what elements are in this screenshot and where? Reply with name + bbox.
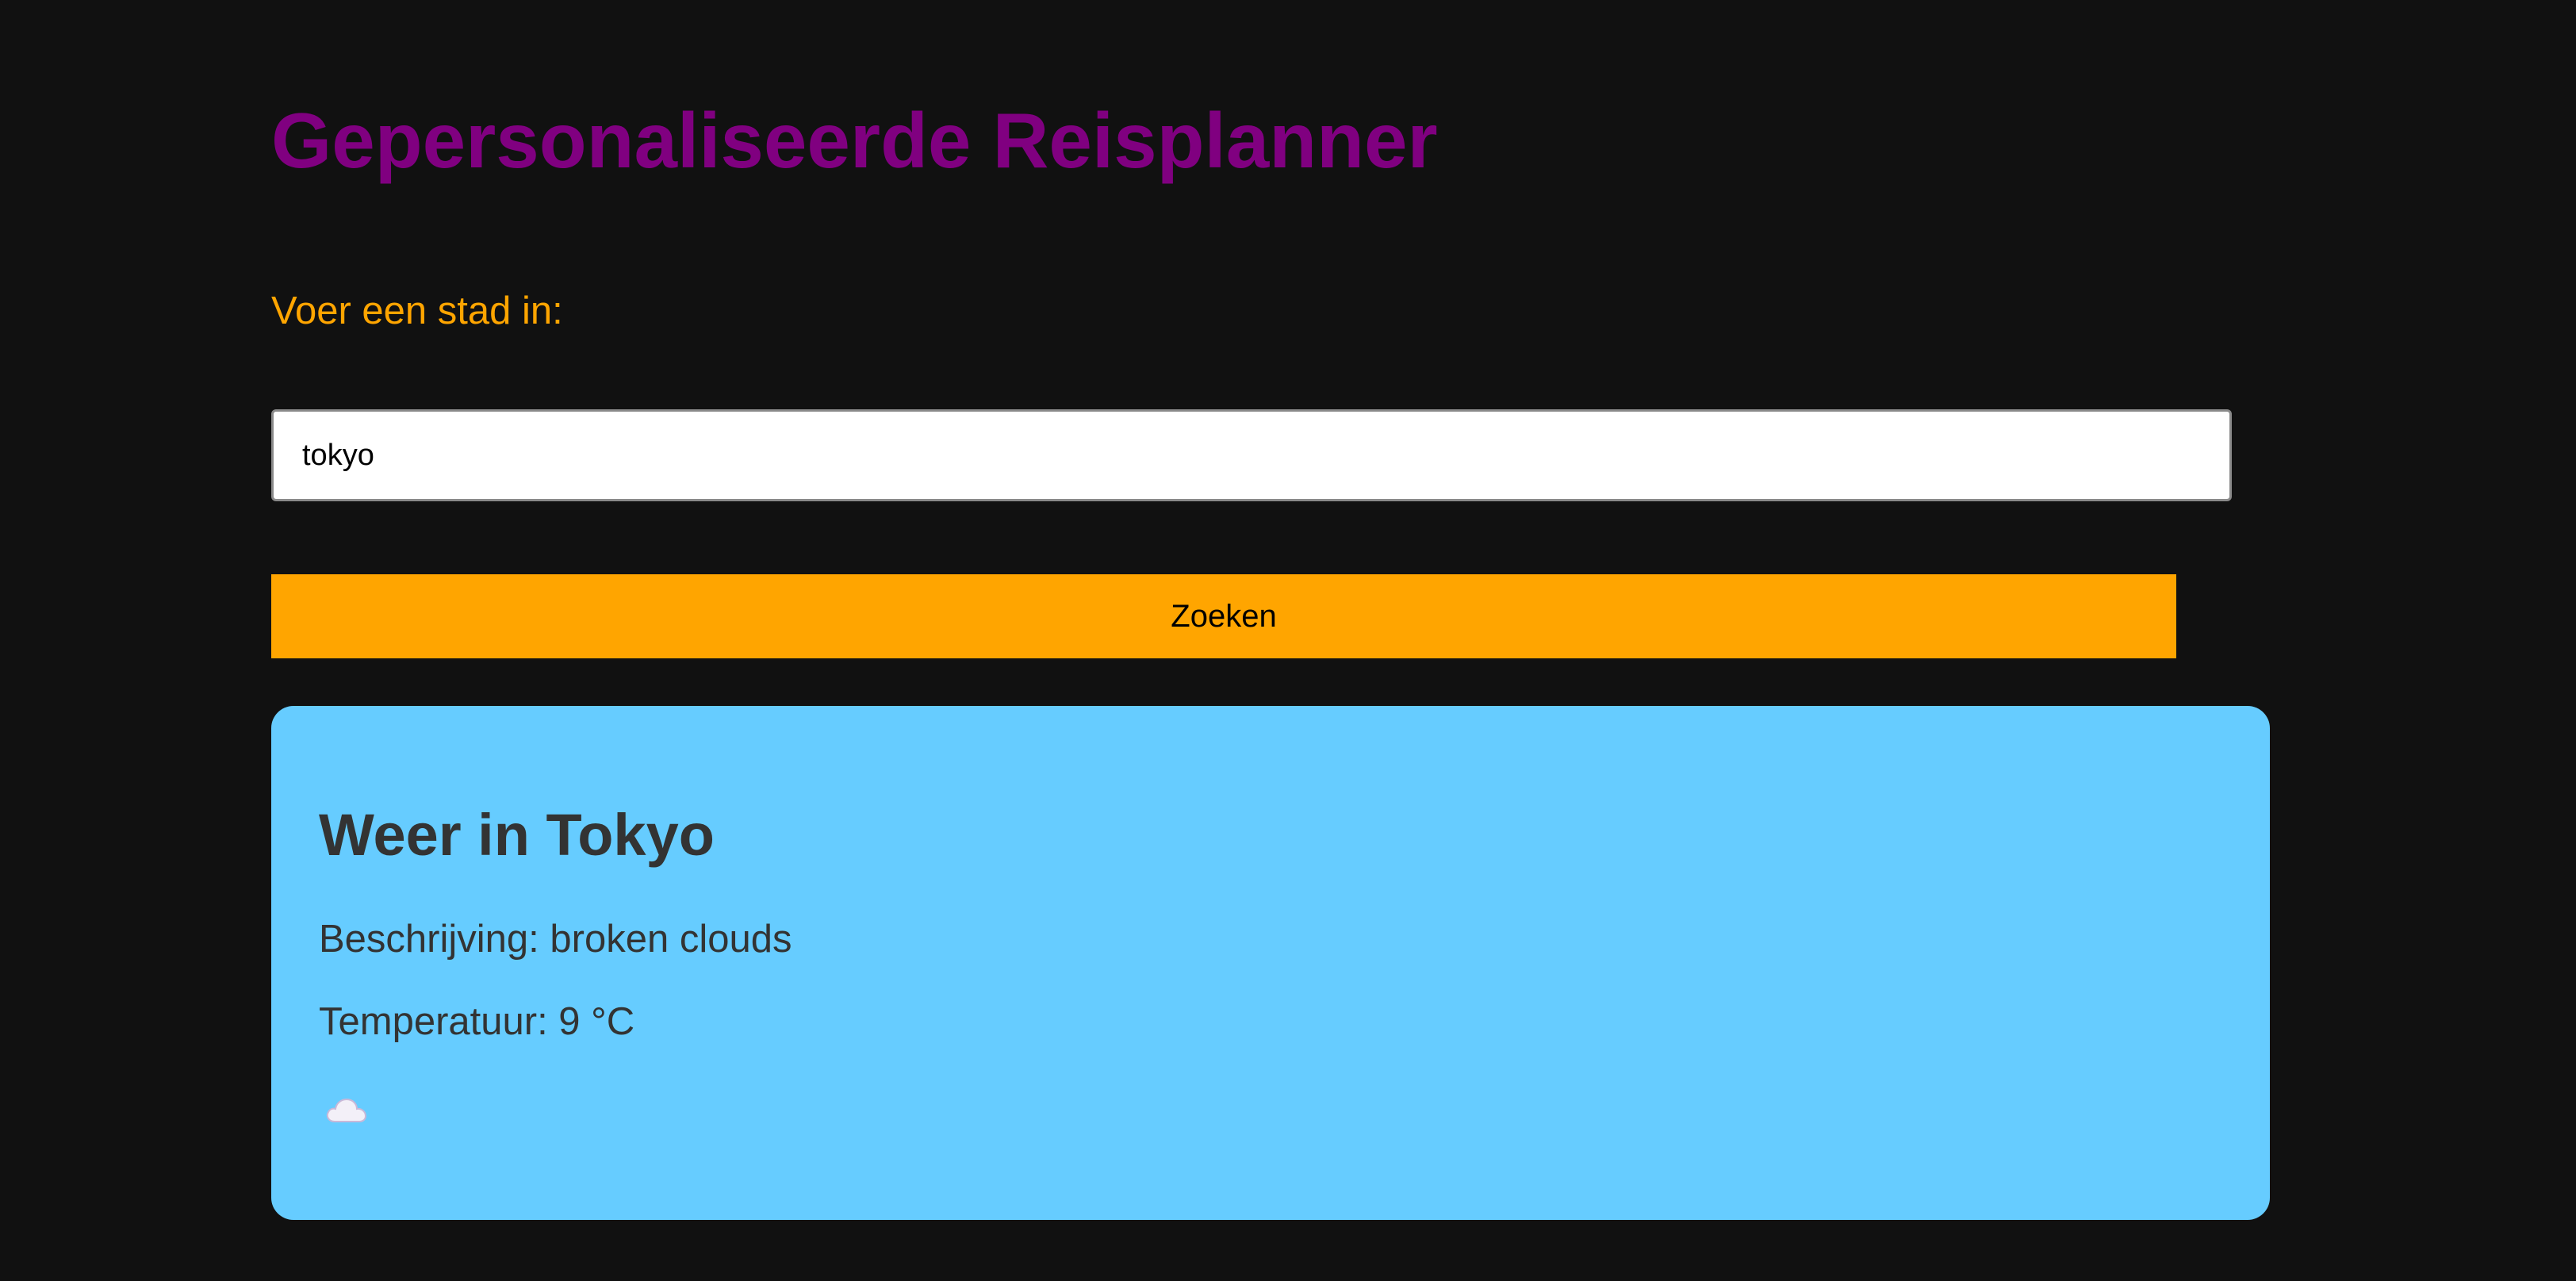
search-button[interactable]: Zoeken xyxy=(271,574,2176,658)
weather-temperature: Temperatuur: 9 °C xyxy=(319,1000,635,1043)
weather-title: Weer in Tokyo xyxy=(319,802,715,868)
city-input[interactable] xyxy=(271,409,2232,501)
weather-card: Weer in Tokyo Beschrijving: broken cloud… xyxy=(271,706,2270,1220)
page-title: Gepersonaliseerde Reisplanner xyxy=(271,97,1438,184)
cloud-icon xyxy=(326,1098,367,1122)
city-label: Voer een stad in: xyxy=(271,290,563,332)
weather-description: Beschrijving: broken clouds xyxy=(319,918,792,961)
